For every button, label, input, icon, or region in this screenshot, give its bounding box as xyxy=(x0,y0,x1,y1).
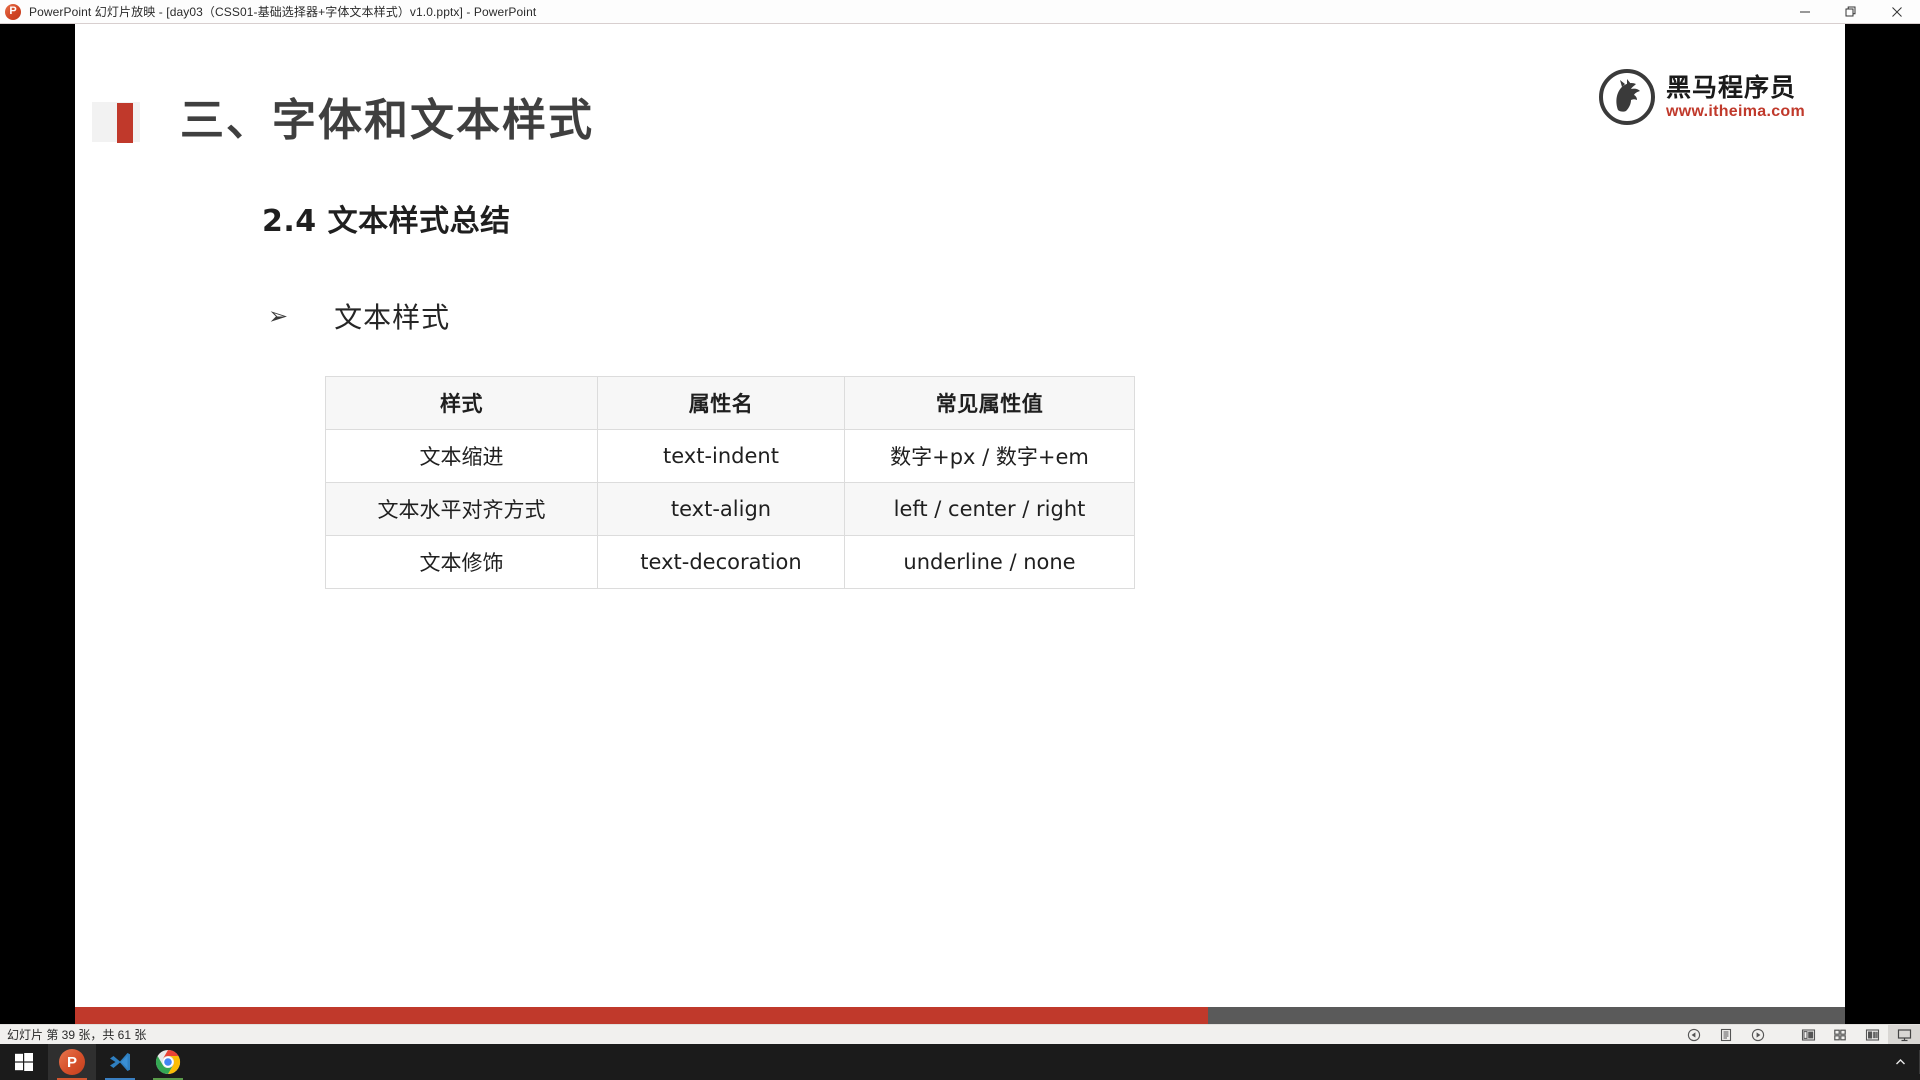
table-cell: 文本缩进 xyxy=(325,429,598,483)
taskbar-powerpoint[interactable]: P xyxy=(48,1044,96,1080)
previous-slide-button[interactable] xyxy=(1678,1025,1710,1045)
title-accent-bar xyxy=(117,103,133,143)
slide-header: 三、字体和文本样式 黑马程序员 www.itheima.com xyxy=(75,24,1845,146)
table-header-cell: 属性名 xyxy=(597,376,845,430)
slide-count-label: 幻灯片 第 39 张，共 61 张 xyxy=(7,1028,147,1042)
status-bar-buttons xyxy=(1678,1024,1920,1045)
next-slide-button[interactable] xyxy=(1742,1025,1774,1045)
close-icon[interactable] xyxy=(1874,0,1920,24)
table-cell: text-indent xyxy=(597,429,845,483)
chrome-icon xyxy=(155,1050,181,1074)
table-row: 文本修饰 text-decoration underline / none xyxy=(325,535,1135,589)
restore-icon[interactable] xyxy=(1828,0,1874,24)
slideshow-view-button[interactable] xyxy=(1888,1024,1920,1045)
table-cell: text-align xyxy=(597,482,845,536)
slide-canvas[interactable]: 三、字体和文本样式 黑马程序员 www.itheima.com 2.4 文本样式… xyxy=(75,24,1845,1019)
slide-sorter-button[interactable] xyxy=(1824,1025,1856,1045)
table-cell: 数字+px / 数字+em xyxy=(844,429,1135,483)
window-title: PowerPoint 幻灯片放映 - [day03（CSS01-基础选择器+字体… xyxy=(29,5,537,19)
bullet-label: 文本样式 xyxy=(334,301,451,334)
slideshow-progress-fill xyxy=(75,1007,1208,1024)
window-controls xyxy=(1782,0,1920,24)
table-cell: left / center / right xyxy=(844,482,1135,536)
table-cell: 文本修饰 xyxy=(325,535,598,589)
text-style-table: 样式 属性名 常见属性值 文本缩进 text-indent 数字+px / 数字… xyxy=(325,376,1135,589)
powerpoint-icon: P xyxy=(59,1049,85,1075)
slideshow-progress-track[interactable] xyxy=(75,1007,1845,1024)
system-tray xyxy=(1885,1044,1920,1080)
table-header-cell: 常见属性值 xyxy=(844,376,1135,430)
brand-logo: 黑马程序员 www.itheima.com xyxy=(1598,68,1805,126)
table-cell: underline / none xyxy=(844,535,1135,589)
title-bar: P PowerPoint 幻灯片放映 - [day03（CSS01-基础选择器+… xyxy=(0,0,1920,24)
powerpoint-icon: P xyxy=(3,2,23,22)
table-cell: text-decoration xyxy=(597,535,845,589)
table-cell: 文本水平对齐方式 xyxy=(325,482,598,536)
table-row: 文本水平对齐方式 text-align left / center / righ… xyxy=(325,482,1135,536)
notes-page-icon[interactable] xyxy=(1710,1025,1742,1045)
table-header-row: 样式 属性名 常见属性值 xyxy=(325,376,1135,430)
taskbar-vscode[interactable] xyxy=(96,1044,144,1080)
section-heading: 2.4 文本样式总结 xyxy=(262,204,511,239)
chevron-up-icon[interactable] xyxy=(1885,1044,1915,1080)
taskbar: P xyxy=(0,1044,1920,1080)
vscode-icon xyxy=(110,1053,130,1071)
arrow-bullet-icon: ➢ xyxy=(268,302,289,330)
horse-logo-icon xyxy=(1598,68,1656,126)
normal-view-button[interactable] xyxy=(1792,1025,1824,1045)
table-header-cell: 样式 xyxy=(325,376,598,430)
windows-start-icon[interactable] xyxy=(0,1044,48,1080)
bullet-row: ➢ 文本样式 xyxy=(268,296,450,336)
table-row: 文本缩进 text-indent 数字+px / 数字+em xyxy=(325,429,1135,483)
status-bar: 幻灯片 第 39 张，共 61 张 xyxy=(0,1024,1920,1045)
taskbar-chrome[interactable] xyxy=(144,1044,192,1080)
reading-view-button[interactable] xyxy=(1856,1025,1888,1045)
logo-url: www.itheima.com xyxy=(1665,102,1805,120)
slide-title: 三、字体和文本样式 xyxy=(180,95,594,146)
minimize-icon[interactable] xyxy=(1782,0,1828,24)
logo-brand-name: 黑马程序员 xyxy=(1665,72,1796,102)
